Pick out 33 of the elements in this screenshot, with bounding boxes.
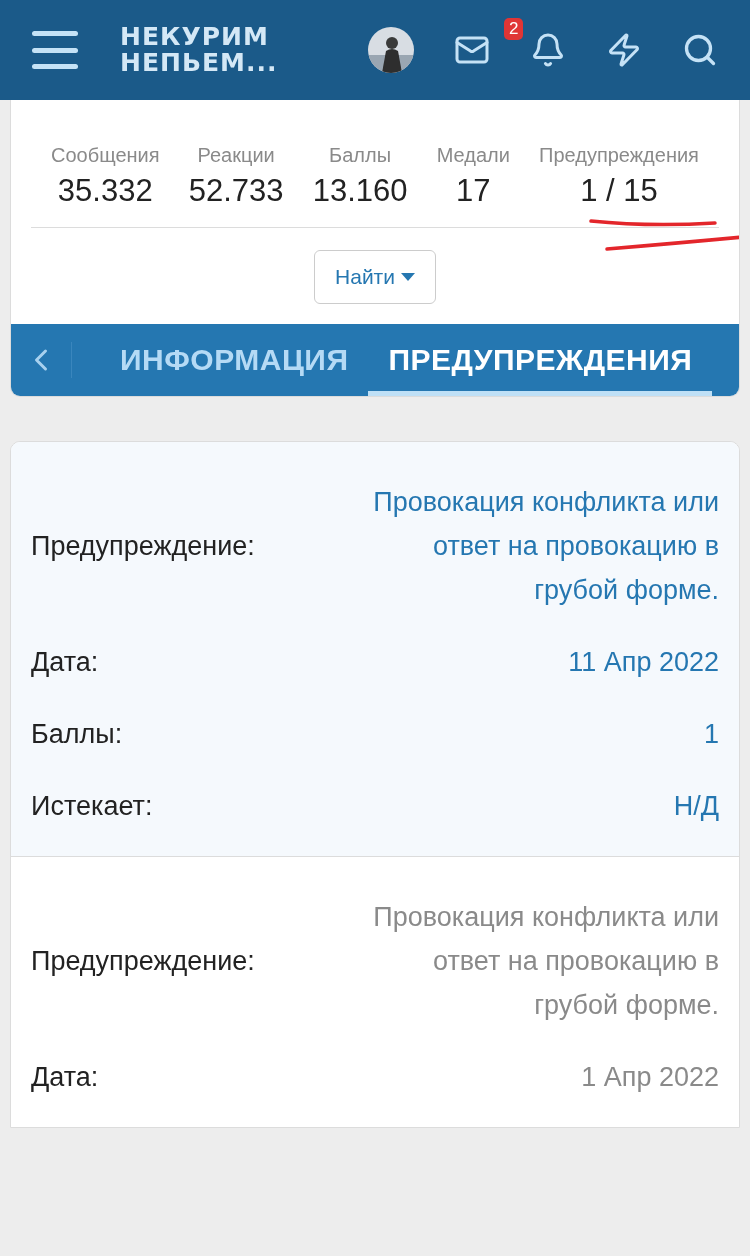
field-label: Истекает: xyxy=(31,790,153,822)
bell-icon[interactable] xyxy=(530,32,566,68)
field-value: 1 xyxy=(703,718,719,751)
stat-value: 1 / 15 xyxy=(580,173,658,209)
field-label: Предупреждение: xyxy=(31,530,255,562)
field-value: 1 Апр 2022 xyxy=(581,1061,719,1094)
field-value: Н/Д xyxy=(673,790,719,823)
stat-label: Баллы xyxy=(329,144,392,167)
field-value[interactable]: Провокация конфликта или ответ на провокацию в грубой форме. xyxy=(349,895,719,1027)
field-label: Предупреждение: xyxy=(31,945,255,977)
stat-label: Предупреждения xyxy=(539,144,699,167)
avatar-icon[interactable] xyxy=(368,27,414,73)
menu-icon[interactable] xyxy=(32,31,78,69)
stat-value: 35.332 xyxy=(57,173,153,209)
tab[interactable]: ПРЕДУПРЕЖДЕНИЯ xyxy=(368,324,713,396)
stat-label: Реакции xyxy=(197,144,275,167)
tab[interactable]: ИНФОРМАЦИЯ xyxy=(100,324,369,396)
search-icon[interactable] xyxy=(682,32,718,68)
stat-value: 17 xyxy=(456,173,491,209)
field-label: Дата: xyxy=(31,646,99,678)
lightning-icon[interactable] xyxy=(606,32,642,68)
notification-badge: 2 xyxy=(504,18,524,40)
find-button[interactable]: Найти xyxy=(314,250,436,304)
field-value[interactable]: Провокация конфликта или ответ на провокацию в грубой форме. xyxy=(349,480,719,612)
field-label: Дата: xyxy=(31,1061,99,1093)
stat-label: Сообщения xyxy=(51,144,160,167)
field-label: Баллы: xyxy=(31,718,123,750)
field-value: 11 Апр 2022 xyxy=(568,646,719,679)
caret-icon xyxy=(400,273,415,281)
stat-label: Медали xyxy=(436,144,510,167)
stat-value: 13.160 xyxy=(312,173,408,209)
site-logo[interactable]: НЕКУРИМ НЕПЬЕМ... xyxy=(120,24,278,76)
stat-value: 52.733 xyxy=(188,173,284,209)
